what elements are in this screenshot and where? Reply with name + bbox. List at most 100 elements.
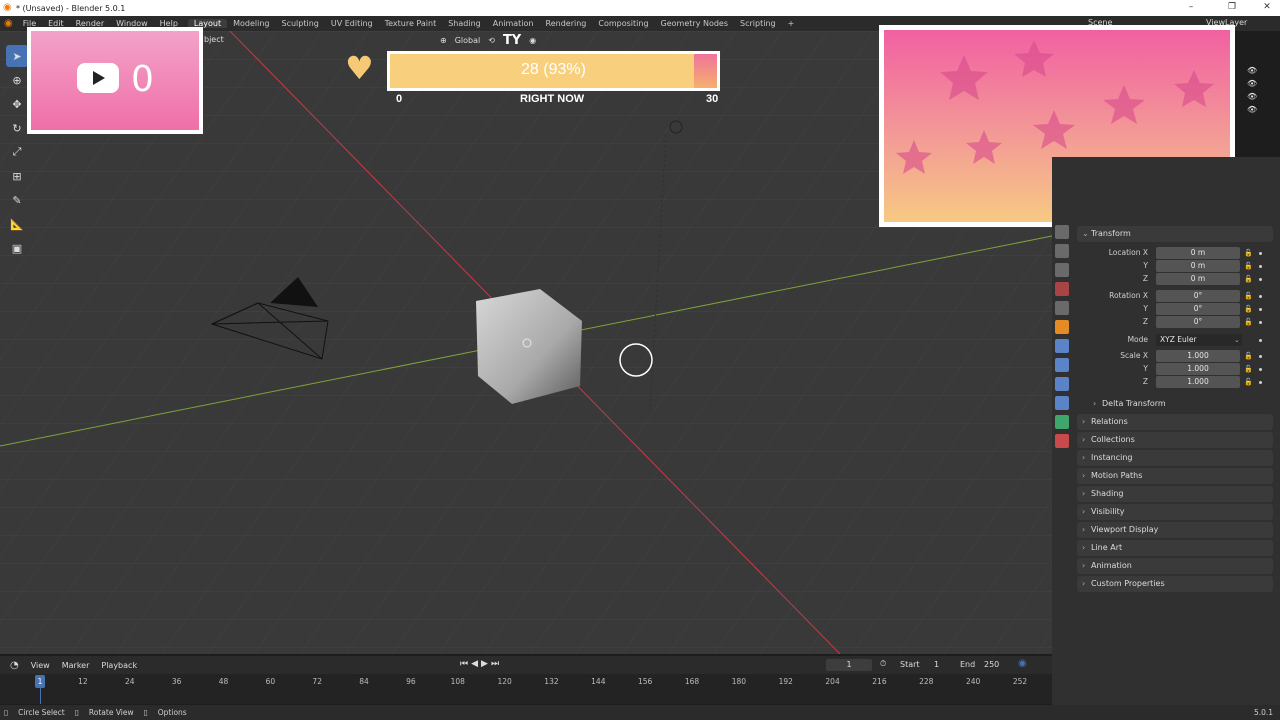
output-tab-icon[interactable] — [1055, 263, 1069, 277]
relations-panel[interactable]: Relations — [1077, 414, 1273, 430]
animation-panel[interactable]: Animation — [1077, 558, 1273, 574]
visibility-eye-icon[interactable]: 👁 — [1247, 92, 1257, 101]
lock-icon[interactable]: 🔓 — [1244, 290, 1253, 302]
transform-tool-icon[interactable]: ⊞ — [6, 165, 28, 187]
instancing-panel[interactable]: Instancing — [1077, 450, 1273, 466]
delta-transform-subpanel[interactable]: Delta Transform — [1088, 396, 1273, 412]
rotation-z-field[interactable]: 0° — [1156, 316, 1240, 328]
tool-tab-icon[interactable] — [1055, 225, 1069, 239]
scale-x-field[interactable]: 1.000 — [1156, 350, 1240, 362]
location-z-field[interactable]: 0 m — [1156, 273, 1240, 285]
location-y-field[interactable]: 0 m — [1156, 260, 1240, 272]
visibility-panel[interactable]: Visibility — [1077, 504, 1273, 520]
workspace-tab-shading[interactable]: Shading — [442, 19, 487, 28]
add-workspace-button[interactable]: + — [782, 19, 801, 28]
visibility-eye-icon[interactable]: 👁 — [1247, 79, 1257, 88]
physics-tab-icon[interactable] — [1055, 377, 1069, 391]
line-art-panel[interactable]: Line Art — [1077, 540, 1273, 556]
close-button[interactable]: ✕ — [1254, 0, 1280, 16]
editor-type-icon[interactable]: ◔ — [10, 660, 19, 671]
keyframe-dot-icon[interactable] — [1259, 308, 1262, 311]
lock-icon[interactable]: 🔓 — [1244, 303, 1253, 315]
object-mode-label[interactable]: bject — [204, 35, 224, 44]
collections-panel[interactable]: Collections — [1077, 432, 1273, 448]
maximize-button[interactable]: ❐ — [1219, 0, 1245, 16]
viewport-display-panel[interactable]: Viewport Display — [1077, 522, 1273, 538]
custom-properties-panel[interactable]: Custom Properties — [1077, 576, 1273, 592]
timeline-ruler[interactable]: 12 24 36 48 60 72 84 96 108 120 132 144 156 168 180 192… — [0, 674, 1052, 704]
rotate-tool-icon[interactable]: ↻ — [6, 117, 28, 139]
keyframe-dot-icon[interactable] — [1259, 355, 1262, 358]
visibility-eye-icon[interactable]: 👁 — [1247, 66, 1257, 75]
timeline-header: ◔ View Marker Playback ⏮◀▶⏭ 1 ⏱ Start 1 … — [0, 656, 1052, 674]
shading-panel[interactable]: Shading — [1077, 486, 1273, 502]
workspace-tab-rendering[interactable]: Rendering — [540, 19, 593, 28]
cursor-tool-icon[interactable]: ⊕ — [6, 69, 28, 91]
timeline-playback-menu[interactable]: Playback — [101, 661, 137, 670]
workspace-tab-geometry-nodes[interactable]: Geometry Nodes — [655, 19, 734, 28]
scale-z-field[interactable]: 1.000 — [1156, 376, 1240, 388]
workspace-tab-texture-paint[interactable]: Texture Paint — [379, 19, 443, 28]
lock-icon[interactable]: 🔓 — [1244, 363, 1253, 375]
playback-controls-icon[interactable]: ⏮◀▶⏭ — [460, 659, 502, 669]
snap-icon[interactable]: ◉ — [529, 36, 536, 45]
keyframe-dot-icon[interactable] — [1259, 252, 1262, 255]
particles-tab-icon[interactable] — [1055, 358, 1069, 372]
keyframe-dot-icon[interactable] — [1259, 368, 1262, 371]
rotation-x-field[interactable]: 0° — [1156, 290, 1240, 302]
frame-tick-label: 180 — [731, 677, 747, 686]
measure-tool-icon[interactable]: 📐 — [6, 213, 28, 235]
workspace-tab-modeling[interactable]: Modeling — [227, 19, 275, 28]
keyframe-dot-icon[interactable] — [1259, 265, 1262, 268]
keyframe-dot-icon[interactable] — [1259, 295, 1262, 298]
world-tab-icon[interactable] — [1055, 282, 1069, 296]
workspace-tab-scripting[interactable]: Scripting — [734, 19, 782, 28]
workspace-tab-uv-editing[interactable]: UV Editing — [325, 19, 379, 28]
keyframe-dot-icon[interactable] — [1259, 381, 1262, 384]
lock-icon[interactable]: 🔓 — [1244, 350, 1253, 362]
transform-panel-header[interactable]: Transform — [1077, 226, 1273, 242]
move-tool-icon[interactable]: ✥ — [6, 93, 28, 115]
lock-icon[interactable]: 🔓 — [1244, 247, 1253, 259]
rotation-y-field[interactable]: 0° — [1156, 303, 1240, 315]
workspace-tab-compositing[interactable]: Compositing — [592, 19, 654, 28]
start-frame-field[interactable]: 1 — [934, 660, 939, 669]
lock-icon[interactable]: 🔓 — [1244, 273, 1253, 285]
transform-orientation-dropdown[interactable]: Global — [455, 36, 481, 45]
material-tab-icon[interactable] — [1055, 434, 1069, 448]
motion-paths-panel[interactable]: Motion Paths — [1077, 468, 1273, 484]
collection-tab-icon[interactable] — [1055, 301, 1069, 315]
end-frame-field[interactable]: 250 — [984, 660, 999, 669]
modifier-tab-icon[interactable] — [1055, 339, 1069, 353]
add-cube-tool-icon[interactable]: ▣ — [6, 237, 28, 259]
data-tab-icon[interactable] — [1055, 415, 1069, 429]
render-tab-icon[interactable] — [1055, 244, 1069, 258]
keyframe-dot-icon[interactable] — [1259, 278, 1262, 281]
object-tab-icon[interactable] — [1055, 320, 1069, 334]
annotate-tool-icon[interactable]: ✎ — [6, 189, 28, 211]
select-tool-icon[interactable]: ➤ — [6, 45, 28, 67]
keying-icon[interactable]: ◉ — [1018, 658, 1027, 669]
keyframe-dot-icon[interactable] — [1259, 339, 1262, 342]
lock-icon[interactable]: 🔓 — [1244, 316, 1253, 328]
workspace-tab-animation[interactable]: Animation — [487, 19, 540, 28]
rotation-mode-dropdown[interactable]: XYZ Euler — [1156, 334, 1242, 346]
scale-tool-icon[interactable]: ⤢ — [6, 141, 28, 163]
workspace-tab-sculpting[interactable]: Sculpting — [276, 19, 325, 28]
keyframe-dot-icon[interactable] — [1259, 321, 1262, 324]
rotation-z-label: Z — [1142, 317, 1148, 326]
minimize-button[interactable]: – — [1178, 0, 1204, 16]
scale-x-label: Scale X — [1120, 351, 1148, 360]
lock-icon[interactable]: 🔓 — [1244, 260, 1253, 272]
timeline-marker-menu[interactable]: Marker — [62, 661, 90, 670]
playhead[interactable]: 1 — [35, 675, 45, 688]
lock-icon[interactable]: 🔓 — [1244, 376, 1253, 388]
pivot-icon[interactable]: ⟲ — [488, 36, 495, 45]
visibility-eye-icon[interactable]: 👁 — [1247, 105, 1257, 114]
current-frame-field[interactable]: 1 — [826, 659, 872, 671]
location-x-field[interactable]: 0 m — [1156, 247, 1240, 259]
timeline-view-menu[interactable]: View — [31, 661, 50, 670]
scale-y-field[interactable]: 1.000 — [1156, 363, 1240, 375]
blender-menu-icon[interactable]: ◉ — [0, 18, 17, 29]
constraints-tab-icon[interactable] — [1055, 396, 1069, 410]
